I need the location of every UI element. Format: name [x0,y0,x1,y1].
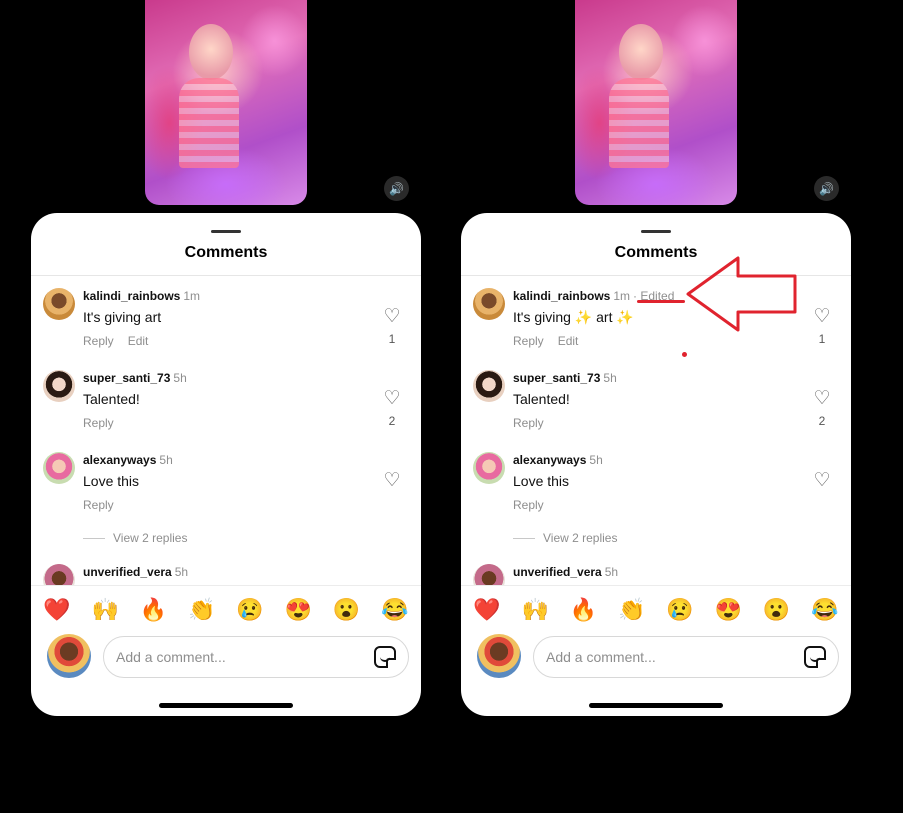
view-replies-button[interactable]: View 2 replies [83,531,187,545]
my-avatar [477,634,521,678]
annotation-underline [637,300,685,303]
comment-composer [31,633,421,683]
replies-line [513,538,535,540]
reply-button[interactable]: Reply [513,498,544,512]
like-count: 1 [818,332,826,346]
avatar[interactable] [473,288,505,320]
emoji-quick-bar: ❤️ 🙌 🔥 👏 😢 😍 😮 😂 [461,585,851,633]
sticker-icon[interactable] [804,646,826,668]
comment-input[interactable] [533,636,839,678]
emoji-laugh[interactable]: 😂 [805,597,845,623]
comment-username[interactable]: kalindi_rainbows [83,289,180,303]
my-avatar [47,634,91,678]
comment-text: It's giving art [83,309,162,325]
divider [31,275,421,276]
comment-username[interactable]: unverified_vera [513,565,602,579]
heart-outline-icon[interactable]: ♡ [812,471,832,491]
edit-button[interactable]: Edit [128,334,149,348]
reply-button[interactable]: Reply [83,334,114,348]
emoji-clap[interactable]: 👏 [182,597,222,623]
heart-outline-icon[interactable]: ♡ [812,389,832,409]
avatar[interactable] [43,452,75,484]
emoji-heart[interactable]: ❤️ [37,597,77,623]
heart-outline-icon[interactable]: ♡ [382,471,402,491]
like-count: 1 [388,332,396,346]
volume-icon[interactable]: 🔊 [814,176,839,201]
like-count: 2 [818,414,826,428]
emoji-quick-bar: ❤️ 🙌 🔥 👏 😢 😍 😮 😂 [31,585,421,633]
comment-input[interactable] [103,636,409,678]
comment-time: 5h [173,371,187,385]
heart-outline-icon[interactable]: ♡ [812,307,832,327]
comments-sheet: Comments kalindi_rainbows 1m It's giving … [31,213,421,716]
video-subject-face [619,24,663,80]
avatar[interactable] [43,288,75,320]
comment-username[interactable]: kalindi_rainbows [513,289,610,303]
emoji-raised-hands[interactable]: 🙌 [515,597,555,623]
comment-text: Love this [513,473,570,489]
comment-username[interactable]: super_santi_73 [83,371,170,385]
emoji-laugh[interactable]: 😂 [375,597,415,623]
phone-panel-before: 🔊 Comments kalindi_rainbows 1m It's givin… [31,0,421,813]
emoji-surprised[interactable]: 😮 [327,597,367,623]
emoji-cry[interactable]: 😢 [660,597,700,623]
avatar[interactable] [473,452,505,484]
comment-time: 1m [183,289,201,303]
annotation-dot [682,352,687,357]
emoji-fire[interactable]: 🔥 [134,597,174,623]
comment-time: 1m [613,289,631,303]
home-indicator [159,703,293,708]
reply-button[interactable]: Reply [83,416,114,430]
comment-text: Talented! [513,391,570,407]
comment-time: 5h [603,371,617,385]
emoji-heart[interactable]: ❤️ [467,597,507,623]
video-subject-sweater [609,78,669,168]
comment-text: Talented! [83,391,140,407]
sheet-grabber[interactable] [641,230,671,233]
reply-button[interactable]: Reply [83,498,114,512]
video-subject-sweater [179,78,239,168]
avatar[interactable] [43,370,75,402]
emoji-heart-eyes[interactable]: 😍 [278,597,318,623]
heart-outline-icon[interactable]: ♡ [382,307,402,327]
phone-panel-after: 🔊 Comments kalindi_rainbows 1m · Edited It… [461,0,851,813]
avatar[interactable] [473,370,505,402]
comment-composer [461,633,851,683]
view-replies-label: View 2 replies [113,531,188,545]
comment-text: Love this [83,473,140,489]
emoji-heart-eyes[interactable]: 😍 [708,597,748,623]
video-subject-face [189,24,233,80]
like-count: 2 [388,414,396,428]
emoji-fire[interactable]: 🔥 [564,597,604,623]
emoji-clap[interactable]: 👏 [612,597,652,623]
view-replies-label: View 2 replies [543,531,618,545]
edit-button[interactable]: Edit [558,334,579,348]
home-indicator [589,703,723,708]
emoji-surprised[interactable]: 😮 [757,597,797,623]
emoji-cry[interactable]: 😢 [230,597,270,623]
emoji-raised-hands[interactable]: 🙌 [85,597,125,623]
comment-time: 5h [174,565,189,579]
video-preview[interactable] [575,0,737,205]
comment-username[interactable]: unverified_vera [83,565,172,579]
view-replies-button[interactable]: View 2 replies [513,531,617,545]
comment-time: 5h [159,453,173,467]
comment-username[interactable]: alexanyways [513,453,586,467]
reply-button[interactable]: Reply [513,334,544,348]
volume-icon[interactable]: 🔊 [384,176,409,201]
comment-time: 5h [589,453,603,467]
sheet-title: Comments [184,244,268,261]
sticker-icon[interactable] [374,646,396,668]
sheet-grabber[interactable] [211,230,241,233]
comment-text: It's giving ✨ art ✨ [513,309,634,325]
annotation-arrow [686,256,797,332]
comment-username[interactable]: alexanyways [83,453,156,467]
comment-username[interactable]: super_santi_73 [513,371,600,385]
video-preview[interactable] [145,0,307,205]
replies-line [83,538,105,540]
heart-outline-icon[interactable]: ♡ [382,389,402,409]
reply-button[interactable]: Reply [513,416,544,430]
comment-time: 5h [604,565,619,579]
